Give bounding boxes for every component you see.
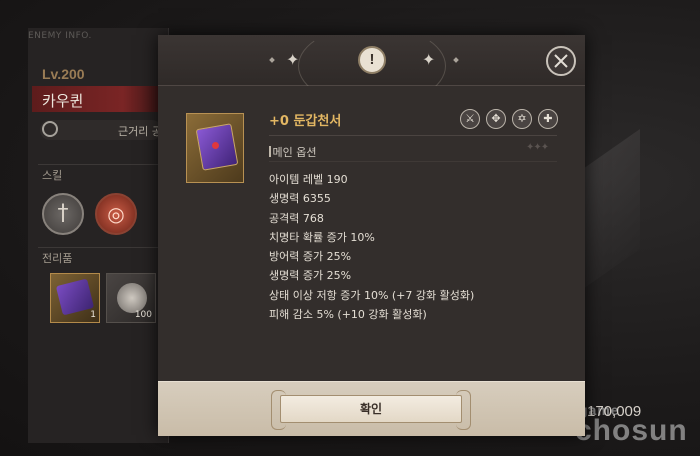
stat-hp-increase: 생명력 증가 25%	[269, 269, 352, 283]
stat-hp: 생명력 6355	[269, 192, 331, 206]
option-stars-icon: ✦✦✦	[526, 142, 549, 153]
loot-item-coin[interactable]: 100	[106, 273, 156, 323]
gem-ornament	[212, 142, 219, 149]
stat-item-level: 아이템 레벨 190	[269, 173, 348, 186]
item-title: +0 둔갑천서	[269, 114, 342, 129]
loot-label: 전리품	[42, 252, 73, 265]
enemy-info-header: ENEMY INFO.	[28, 31, 92, 41]
sword-skill-icon[interactable]: †	[42, 193, 84, 235]
divider	[269, 161, 557, 162]
divider	[38, 247, 162, 248]
loot-count: 1	[90, 310, 96, 320]
main-option-text: 메인 옵션	[272, 146, 317, 159]
item-stats-list: 아이템 레벨 190 생명력 6355 공격력 768 치명타 확률 증가 10…	[269, 170, 474, 324]
modal-header: ✦ ! ✦	[158, 25, 585, 107]
swirl-skill-icon[interactable]: ◎	[95, 193, 137, 235]
enemy-name: 카우퀸	[42, 92, 84, 110]
star-right-icon: ✦	[422, 50, 436, 69]
skills-label: 스킬	[42, 169, 63, 182]
attack-type-icon	[42, 121, 58, 137]
main-option-label: 메인 옵션	[269, 144, 317, 160]
modal-footer: 확인	[158, 381, 585, 436]
book-icon	[55, 278, 95, 316]
divider	[38, 164, 162, 165]
diamond-icon	[453, 57, 459, 63]
star-of-david-icon[interactable]: ✡	[512, 109, 532, 129]
watermark-logo: game chosun	[575, 402, 695, 452]
stat-status-resist: 상태 이상 저항 증가 10% (+7 강화 활성화)	[269, 288, 475, 302]
confirm-button[interactable]: 확인	[271, 390, 471, 430]
loot-item-book[interactable]: 1	[50, 273, 100, 323]
coin-icon	[117, 283, 147, 313]
stat-attack: 공격력 768	[269, 211, 324, 225]
crossed-swords-icon[interactable]: ⚔	[460, 109, 480, 129]
enemy-type-text: 근거리 공	[118, 125, 162, 138]
diamond-icon	[269, 57, 275, 63]
plus-icon[interactable]: ✚	[538, 109, 558, 129]
close-button[interactable]	[546, 46, 576, 76]
stat-damage-reduction: 피해 감소 5% (+10 강화 활성화)	[269, 308, 427, 322]
compass-icon[interactable]: ✥	[486, 109, 506, 129]
enemy-level: Lv.200	[42, 66, 85, 82]
info-icon[interactable]: !	[358, 46, 386, 74]
stat-defense-increase: 방어력 증가 25%	[269, 250, 352, 264]
item-detail-modal: ✦ ! ✦ +0 둔갑천서 ⚔ ✥ ✡ ✚ 메인 옵션 ✦✦✦ 아이템 레벨 1…	[158, 25, 585, 436]
stat-crit-rate: 치명타 확률 증가 10%	[269, 230, 375, 244]
watermark-line2: chosun	[575, 414, 688, 447]
star-left-icon: ✦	[286, 50, 300, 69]
modal-body: +0 둔갑천서 ⚔ ✥ ✡ ✚ 메인 옵션 ✦✦✦ 아이템 레벨 190 생명력…	[158, 86, 585, 381]
divider	[269, 135, 557, 136]
purple-book-icon	[186, 113, 244, 183]
loot-count: 100	[134, 310, 152, 320]
close-icon	[554, 54, 568, 68]
